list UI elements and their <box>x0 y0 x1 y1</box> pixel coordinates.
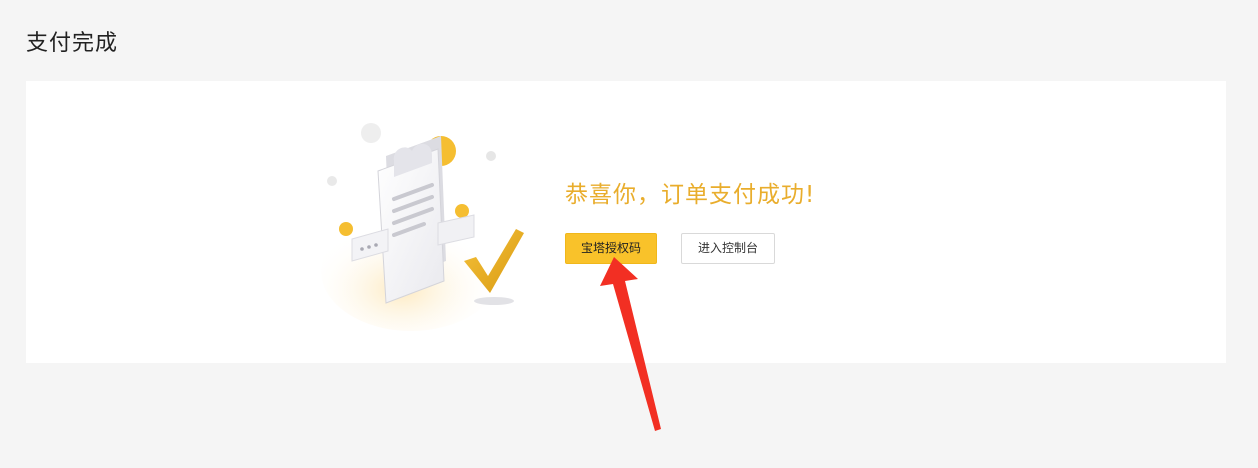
red-arrow-annotation-icon <box>600 257 661 431</box>
page-title: 支付完成 <box>26 31 119 56</box>
payment-complete-page: 支付完成 恭喜你，订单支付成功! 宝塔授权码 进入控制台 <box>0 0 1258 468</box>
enter-console-button[interactable]: 进入控制台 <box>681 233 775 264</box>
success-message: 恭喜你，订单支付成功! <box>565 182 816 208</box>
success-block: 恭喜你，订单支付成功! 宝塔授权码 进入控制台 <box>565 179 816 264</box>
payment-success-illustration-icon <box>321 123 524 331</box>
